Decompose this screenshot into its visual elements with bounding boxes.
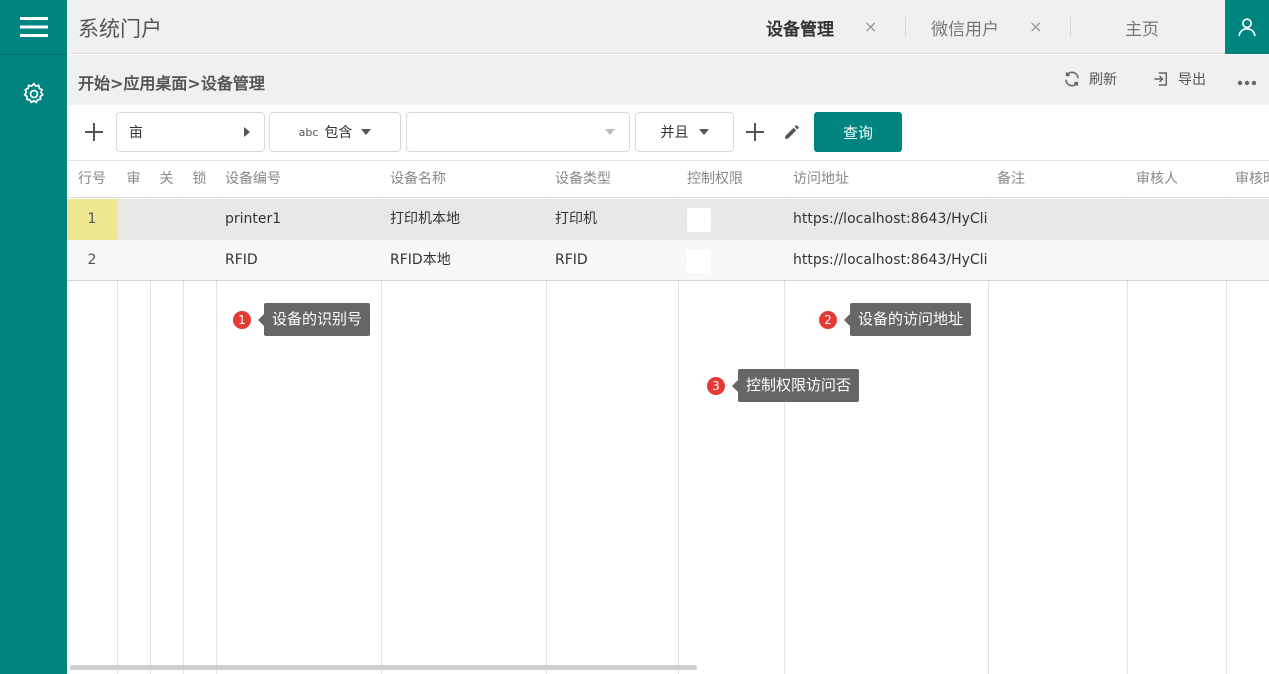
refresh-button[interactable]: 刷新 xyxy=(1063,69,1117,89)
query-button[interactable]: 查询 xyxy=(814,112,902,152)
annotation-badge: 1 xyxy=(232,309,252,330)
text-type-icon: abc xyxy=(298,125,319,139)
tab-divider xyxy=(905,17,906,37)
export-icon xyxy=(1154,72,1167,86)
app-title: 系统门户 xyxy=(78,17,162,41)
add-filter-icon[interactable] xyxy=(79,117,109,147)
cell-device-code: RFID xyxy=(225,252,258,268)
column-header-close[interactable]: 关 xyxy=(150,161,183,198)
column-header-device-type[interactable]: 设备类型 xyxy=(555,161,675,198)
breadcrumb-bar: 开始>应用桌面>设备管理 刷新 导出 xyxy=(67,55,1269,105)
export-button[interactable]: 导出 xyxy=(1152,69,1206,89)
filter-field-value: 亩 xyxy=(129,125,143,141)
filter-operator-value: 包含 xyxy=(324,125,353,141)
filter-value-input[interactable] xyxy=(406,112,630,152)
control-permission-checkbox[interactable] xyxy=(687,208,711,232)
control-permission-checkbox[interactable] xyxy=(687,249,711,273)
cell-device-name: 打印机本地 xyxy=(390,211,460,227)
tab-divider xyxy=(1070,17,1071,37)
cell-reviewer xyxy=(1136,240,1224,281)
filter-bar: 亩 abc 包含 并且 查询 xyxy=(67,105,1269,160)
annotation-badge: 2 xyxy=(818,309,838,330)
cell-remark xyxy=(997,240,1122,281)
breadcrumb: 开始>应用桌面>设备管理 xyxy=(78,74,265,93)
annotation-text: 设备的访问地址 xyxy=(850,303,972,336)
cell-reviewer xyxy=(1136,199,1224,240)
caret-down-icon xyxy=(698,129,709,135)
refresh-icon xyxy=(1065,71,1079,87)
filter-operator-select[interactable]: abc 包含 xyxy=(269,112,401,152)
export-label: 导出 xyxy=(1178,72,1206,88)
tab-device-management[interactable]: 设备管理 xyxy=(766,0,834,54)
cell-device-name: RFID本地 xyxy=(390,252,451,268)
settings-gear-icon[interactable] xyxy=(0,74,67,114)
column-header-control-permission[interactable]: 控制权限 xyxy=(687,161,782,198)
more-options-icon[interactable] xyxy=(1237,71,1257,90)
column-header-reviewer[interactable]: 审核人 xyxy=(1136,161,1224,198)
grid-header: 行号 审 关 锁 设备编号 设备名称 设备类型 控制权限 访问地址 备注 审核人… xyxy=(67,161,1269,198)
top-bar: 系统门户 设备管理 × 微信用户 × 主页 xyxy=(67,0,1269,54)
cell-device-type: 打印机 xyxy=(555,211,597,227)
refresh-label: 刷新 xyxy=(1089,72,1117,88)
annotation-control-permission: 3 控制权限访问否 xyxy=(706,369,860,402)
row-number: 1 xyxy=(67,199,117,240)
hamburger-menu-icon[interactable] xyxy=(0,0,67,54)
annotation-text: 控制权限访问否 xyxy=(738,369,860,402)
column-header-review[interactable]: 审 xyxy=(117,161,150,198)
annotation-access-url: 2 设备的访问地址 xyxy=(818,303,972,336)
column-header-remark[interactable]: 备注 xyxy=(997,161,1122,198)
tab-wechat-users-close-icon[interactable]: × xyxy=(1029,17,1042,36)
filter-logic-select[interactable]: 并且 xyxy=(635,112,734,152)
cell-remark xyxy=(997,199,1122,240)
cell-access-url: https://localhost:8643/HyClient xyxy=(793,252,987,268)
table-row[interactable]: 2 RFID RFID本地 RFID https://localhost:864… xyxy=(67,240,1269,281)
filter-logic-value: 并且 xyxy=(660,125,689,141)
horizontal-scrollbar[interactable] xyxy=(70,665,697,670)
caret-down-icon xyxy=(605,129,615,135)
add-condition-icon[interactable] xyxy=(740,117,770,147)
column-header-device-name[interactable]: 设备名称 xyxy=(390,161,540,198)
column-header-review-time[interactable]: 审核时间 xyxy=(1235,161,1269,198)
tab-home[interactable]: 主页 xyxy=(1125,0,1159,54)
row-number: 2 xyxy=(87,252,97,268)
tab-device-management-close-icon[interactable]: × xyxy=(864,17,877,36)
user-icon[interactable] xyxy=(1225,0,1269,54)
cell-device-type: RFID xyxy=(555,252,588,268)
chevron-right-icon xyxy=(244,127,250,137)
caret-down-icon xyxy=(361,129,372,135)
edit-pencil-icon[interactable] xyxy=(777,117,807,147)
annotation-text: 设备的识别号 xyxy=(264,303,371,336)
table-row[interactable]: 1 printer1 打印机本地 打印机 https://localhost:8… xyxy=(67,199,1269,240)
column-header-lock[interactable]: 锁 xyxy=(183,161,216,198)
column-header-access-url[interactable]: 访问地址 xyxy=(793,161,983,198)
sidebar-divider xyxy=(0,54,67,55)
filter-field-select[interactable]: 亩 xyxy=(116,112,265,152)
cell-access-url: https://localhost:8643/HyClient xyxy=(793,211,987,227)
column-header-row-number[interactable]: 行号 xyxy=(67,161,117,198)
tab-wechat-users[interactable]: 微信用户 xyxy=(931,0,999,54)
sidebar xyxy=(0,0,67,674)
cell-device-code: printer1 xyxy=(225,211,282,227)
data-grid: 行号 审 关 锁 设备编号 设备名称 设备类型 控制权限 访问地址 备注 审核人… xyxy=(67,160,1269,674)
annotation-badge: 3 xyxy=(706,375,726,396)
annotation-device-code: 1 设备的识别号 xyxy=(232,303,371,336)
column-header-device-code[interactable]: 设备编号 xyxy=(225,161,375,198)
